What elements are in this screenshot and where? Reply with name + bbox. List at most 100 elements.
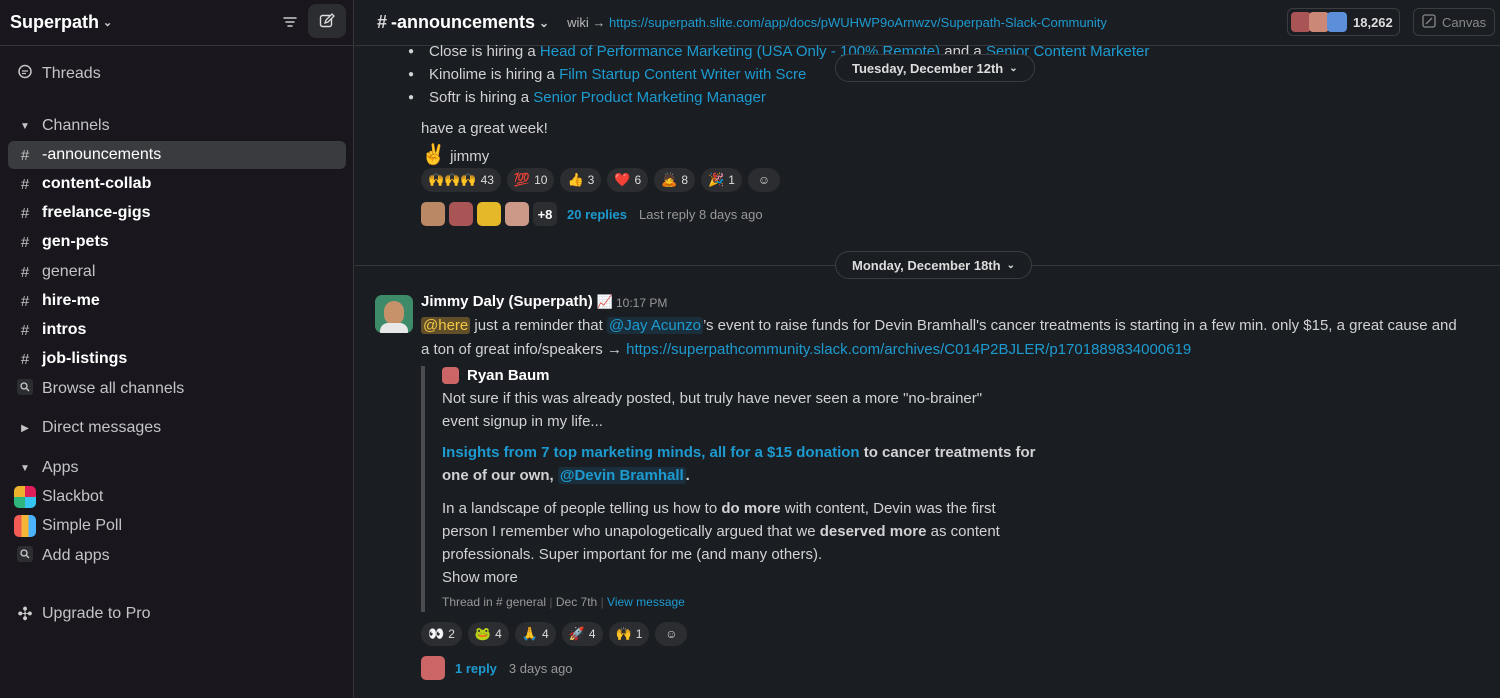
reaction-count: 4: [495, 627, 502, 641]
sidebar-item-job-listings[interactable]: # job-listings: [8, 345, 346, 373]
reply-count[interactable]: 1 reply: [455, 661, 497, 676]
members-button[interactable]: 18,262: [1287, 8, 1400, 36]
canvas-icon: [1422, 13, 1436, 31]
channels-section-toggle[interactable]: ▼ Channels: [8, 112, 346, 140]
topic-link[interactable]: https://superpath.slite.com/app/docs/pWU…: [609, 15, 1107, 30]
avatar[interactable]: [375, 295, 413, 333]
reaction-pill[interactable]: 👍 3: [560, 168, 602, 192]
signoff-text: jimmy: [450, 148, 490, 165]
message-text: just a reminder that: [470, 317, 607, 334]
message-text: ’s event to raise funds for Devin Bramha…: [702, 317, 1457, 334]
reaction-pill[interactable]: 🙌 1: [608, 622, 650, 646]
reaction-emoji: 🙌: [615, 626, 632, 641]
sidebar-item-threads[interactable]: Threads: [8, 60, 346, 88]
date-divider-pill[interactable]: Tuesday, December 12th ⌄: [835, 54, 1035, 82]
apps-section-toggle[interactable]: ▼ Apps: [8, 454, 346, 482]
add-reaction-button[interactable]: ☺: [747, 168, 780, 192]
reaction-pill[interactable]: 💯 10: [506, 168, 555, 192]
channel-name-button[interactable]: # -announcements ⌄: [377, 12, 549, 33]
hash-icon: #: [377, 12, 388, 32]
thread-source[interactable]: Thread in # general: [442, 595, 546, 609]
chevron-down-icon: ⌄: [1009, 62, 1018, 74]
reaction-pill[interactable]: 👀 2: [421, 622, 462, 646]
reaction-emoji: 🐸: [474, 626, 492, 641]
reaction-count: 6: [634, 173, 642, 187]
channel-header: # -announcements ⌄ wiki → https://superp…: [355, 0, 1500, 46]
simple-poll-icon: [14, 515, 36, 537]
message-text: ✌️ jimmy: [421, 142, 489, 167]
workspace-switcher[interactable]: Superpath ⌄: [10, 12, 112, 33]
reaction-emoji: 🎉: [708, 172, 725, 187]
thread-replies[interactable]: 1 reply 3 days ago: [421, 656, 573, 680]
thread-replies[interactable]: +8 20 replies Last reply 8 days ago: [421, 202, 763, 226]
reaction-emoji: 🚀: [568, 626, 585, 641]
message-body-line1: @here just a reminder that @Jay Acunzo’s…: [421, 317, 1457, 334]
user-mention[interactable]: @Jay Acunzo: [606, 317, 703, 334]
canvas-button[interactable]: Canvas: [1413, 8, 1496, 36]
here-mention[interactable]: @here: [421, 317, 471, 334]
view-message-link[interactable]: View message: [607, 595, 685, 609]
job-link[interactable]: Senior Product Marketing Manager: [533, 89, 766, 106]
quote-date[interactable]: Dec 7th: [556, 595, 597, 609]
sidebar-item-label: Browse all channels: [42, 380, 185, 397]
quote-link[interactable]: Insights from 7 top marketing minds, all…: [442, 444, 860, 461]
reaction-count: 1: [635, 627, 643, 641]
add-apps-button[interactable]: Add apps: [8, 542, 346, 570]
reaction-pill[interactable]: 🚀 4: [561, 622, 603, 646]
sidebar-item-content-collab[interactable]: # content-collab: [8, 170, 346, 198]
compose-button[interactable]: [308, 4, 346, 38]
job-link[interactable]: Film Startup Content Writer with Scre: [559, 66, 806, 83]
caret-right-icon: ▶: [21, 422, 29, 434]
sidebar-item-label: Add apps: [42, 547, 110, 564]
sidebar-item-freelance-gigs[interactable]: # freelance-gigs: [8, 199, 346, 227]
shared-message-quote: Ryan Baum Not sure if this was already p…: [421, 366, 1041, 612]
message-body-line2: a ton of great info/speakers → https://s…: [421, 341, 1191, 358]
reply-count[interactable]: 20 replies: [567, 207, 627, 222]
browse-channels-button[interactable]: Browse all channels: [8, 375, 346, 403]
reaction-pill[interactable]: 🙇 8: [654, 168, 696, 192]
quote-text: In a landscape of people telling us how …: [442, 500, 722, 517]
hash-icon: #: [20, 321, 30, 339]
reaction-emoji: 🙏: [521, 626, 538, 641]
quote-footer: Thread in # general | Dec 7th | View mes…: [442, 595, 685, 609]
sidebar-item-announcements[interactable]: # -announcements: [8, 141, 346, 169]
show-more-link[interactable]: Show more: [442, 569, 518, 586]
sender-name[interactable]: Jimmy Daly (Superpath) 📈: [421, 293, 613, 310]
sidebar-item-slackbot[interactable]: Slackbot: [8, 483, 346, 511]
reaction-pill[interactable]: 🐸 4: [467, 622, 509, 646]
quote-text: .: [685, 467, 690, 484]
user-mention[interactable]: @Devin Bramhall: [557, 467, 686, 484]
message-text: have a great week!: [421, 120, 548, 137]
add-emoji-icon: ☺: [665, 627, 678, 641]
channel-topic: wiki → https://superpath.slite.com/app/d…: [567, 15, 1107, 30]
reaction-emoji: ❤️: [614, 172, 631, 187]
upgrade-button[interactable]: ✣ Upgrade to Pro: [8, 600, 346, 628]
reaction-pill[interactable]: ❤️ 6: [607, 168, 649, 192]
slack-logo-icon: ✣: [17, 603, 33, 624]
channel-label: general: [42, 263, 96, 280]
reaction-count: 2: [448, 627, 455, 641]
filter-icon[interactable]: [280, 12, 300, 32]
channel-label: intros: [42, 321, 87, 338]
reaction-pill[interactable]: 🎉 1: [701, 168, 742, 192]
quote-text: one of our own,: [442, 467, 558, 484]
sidebar-item-simple-poll[interactable]: Simple Poll: [8, 512, 346, 540]
sidebar-item-intros[interactable]: # intros: [8, 316, 346, 344]
reaction-pill[interactable]: 🙏 4: [514, 622, 556, 646]
sidebar-item-hire-me[interactable]: # hire-me: [8, 287, 346, 315]
sidebar-item-general[interactable]: # general: [8, 258, 346, 286]
hash-icon: #: [20, 263, 30, 281]
reaction-pill[interactable]: 🙌🙌🙌 43: [421, 168, 501, 192]
message-link[interactable]: https://superpathcommunity.slack.com/arc…: [626, 341, 1191, 358]
chevron-down-icon: ⌄: [103, 17, 113, 29]
quote-author[interactable]: Ryan Baum: [467, 367, 550, 384]
bullet-text: Close is hiring a: [429, 43, 540, 60]
topic-prefix: wiki →: [567, 15, 606, 30]
add-reaction-button[interactable]: ☺: [655, 622, 688, 646]
sidebar-item-gen-pets[interactable]: # gen-pets: [8, 228, 346, 256]
dm-section-toggle[interactable]: ▶ Direct messages: [8, 414, 346, 442]
message-timestamp[interactable]: 10:17 PM: [616, 296, 667, 310]
channel-label: gen-pets: [42, 233, 109, 250]
date-divider-pill[interactable]: Monday, December 18th ⌄: [835, 251, 1032, 279]
quote-bold-text: deserved more: [819, 523, 927, 540]
